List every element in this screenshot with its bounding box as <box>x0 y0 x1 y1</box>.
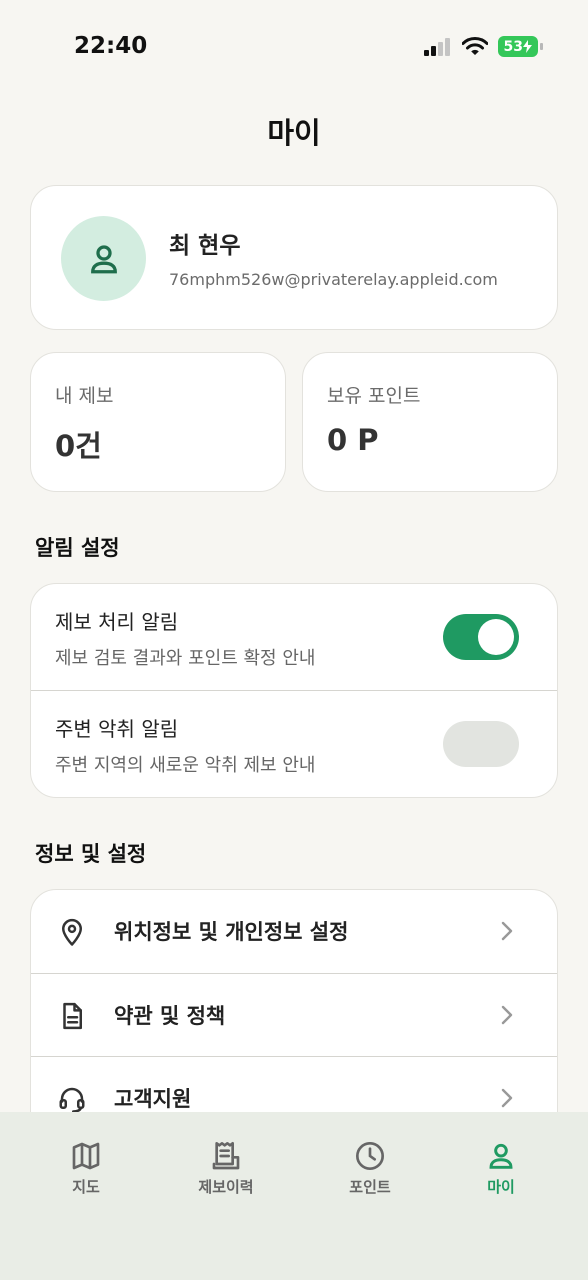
tab-label: 지도 <box>72 1178 100 1196</box>
toggle-knob <box>478 619 514 655</box>
menu-item-label: 약관 및 정책 <box>114 1004 226 1028</box>
clock-icon <box>356 1142 384 1170</box>
notification-settings-card: 제보 처리 알림 제보 검토 결과와 포인트 확정 안내 주변 악취 알림 주변… <box>30 583 558 798</box>
menu-item-privacy[interactable]: 위치정보 및 개인정보 설정 <box>31 890 557 973</box>
avatar <box>61 216 146 301</box>
document-icon <box>63 1002 82 1030</box>
tab-my[interactable]: 마이 <box>441 1140 561 1197</box>
points-value: 0 P <box>327 423 379 457</box>
headset-icon <box>59 1087 85 1113</box>
battery-indicator: 53 <box>497 36 544 57</box>
my-reports-label: 내 제보 <box>55 385 114 407</box>
notification-row-report: 제보 처리 알림 제보 검토 결과와 포인트 확정 안내 <box>31 584 557 690</box>
battery-level: 53 <box>503 38 523 55</box>
profile-email: 76mphm526w@privaterelay.appleid.com <box>169 270 498 289</box>
points-card[interactable]: 보유 포인트 0 P <box>302 352 558 492</box>
tab-label: 제보이력 <box>198 1178 254 1196</box>
page-title: 마이 <box>267 116 321 150</box>
odor-notification-toggle[interactable] <box>443 721 519 767</box>
tab-label: 마이 <box>487 1178 515 1196</box>
chevron-right-icon <box>501 1088 513 1108</box>
charging-bolt-icon <box>523 40 532 53</box>
profile-card[interactable]: 최 현우 76mphm526w@privaterelay.appleid.com <box>30 185 558 330</box>
notification-description: 제보 검토 결과와 포인트 확정 안내 <box>55 648 316 669</box>
receipt-icon <box>212 1142 240 1170</box>
report-notification-toggle[interactable] <box>443 614 519 660</box>
map-icon <box>72 1142 100 1170</box>
my-reports-card[interactable]: 내 제보 0건 <box>30 352 286 492</box>
status-bar: 22:40 53 <box>0 0 588 96</box>
my-reports-count: 0건 <box>55 429 102 463</box>
points-label: 보유 포인트 <box>327 385 421 407</box>
signal-icon <box>423 37 450 56</box>
tab-points[interactable]: 포인트 <box>310 1140 430 1197</box>
menu-item-label: 고객지원 <box>114 1087 192 1111</box>
person-icon <box>489 1143 513 1169</box>
status-icons: 53 <box>423 36 544 57</box>
notification-description: 주변 지역의 새로운 악취 제보 안내 <box>55 755 316 776</box>
wifi-icon <box>461 37 488 55</box>
tab-map[interactable]: 지도 <box>26 1140 146 1197</box>
notification-row-odor: 주변 악취 알림 주변 지역의 새로운 악취 제보 안내 <box>31 690 557 796</box>
chevron-right-icon <box>501 921 513 941</box>
notification-section-title: 알림 설정 <box>35 536 120 560</box>
tab-label: 포인트 <box>349 1178 391 1196</box>
tab-report-history[interactable]: 제보이력 <box>166 1140 286 1197</box>
bottom-tab-bar: 지도 제보이력 포인트 마이 <box>0 1112 588 1280</box>
person-icon <box>90 244 117 273</box>
menu-item-label: 위치정보 및 개인정보 설정 <box>114 920 349 944</box>
notification-title: 주변 악취 알림 <box>55 717 179 741</box>
menu-item-terms[interactable]: 약관 및 정책 <box>31 973 557 1056</box>
profile-name: 최 현우 <box>169 233 241 259</box>
status-time: 22:40 <box>74 33 148 59</box>
location-pin-icon <box>62 918 82 946</box>
info-settings-card: 위치정보 및 개인정보 설정 약관 및 정책 고객지원 <box>30 889 558 1149</box>
chevron-right-icon <box>501 1005 513 1025</box>
notification-title: 제보 처리 알림 <box>55 610 179 634</box>
info-section-title: 정보 및 설정 <box>35 842 147 866</box>
